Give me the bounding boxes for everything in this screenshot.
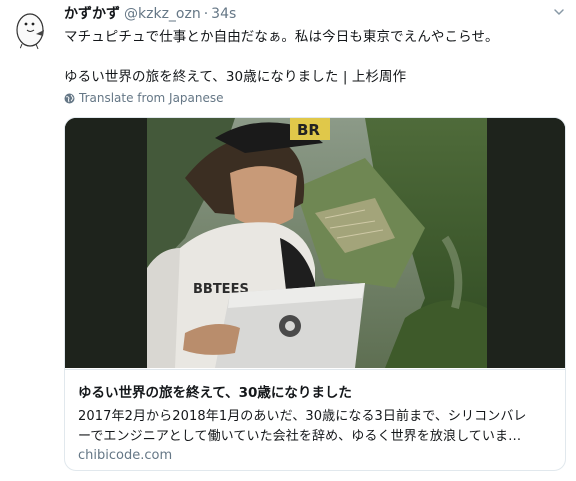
link-card[interactable]: BR BBTEES ゆるい世界の旅を終えて、30歳になりました 2017年2月か… <box>64 117 566 471</box>
tweet-text-line-1: マチュピチュで仕事とか自由だなぁ。私は今日も東京でえんやこらせ。 <box>64 29 499 45</box>
author-handle[interactable]: @kzkz_ozn <box>124 6 201 22</box>
separator-dot: · <box>203 6 209 22</box>
tweet-header: かずかず @kzkz_ozn · 34s <box>64 3 236 23</box>
card-body[interactable]: ゆるい世界の旅を終えて、30歳になりました 2017年2月から2018年1月のあ… <box>65 369 565 470</box>
tweet-text-line-2: ゆるい世界の旅を終えて、30歳になりました | 上杉周作 <box>64 69 407 85</box>
card-description-line-1: 2017年2月から2018年1月のあいだ、30歳になる3日前まで、シリコンバレ <box>78 409 527 424</box>
author-name[interactable]: かずかず <box>64 3 120 23</box>
card-image[interactable]: BR BBTEES <box>65 118 565 368</box>
translate-link[interactable]: Translate from Japanese <box>64 91 224 105</box>
card-domain: chibicode.com <box>78 448 173 463</box>
translate-label: Translate from Japanese <box>79 91 224 105</box>
avatar[interactable] <box>10 6 56 52</box>
svg-text:BR: BR <box>297 121 320 139</box>
card-title: ゆるい世界の旅を終えて、30歳になりました <box>78 385 352 401</box>
chevron-down-icon[interactable] <box>552 4 566 18</box>
tweet[interactable]: かずかず @kzkz_ozn · 34s マチュピチュで仕事とか自由だなぁ。私は… <box>0 0 576 481</box>
globe-icon <box>64 93 75 104</box>
tweet-timestamp[interactable]: 34s <box>211 6 236 22</box>
avatar-doodle-icon <box>16 13 44 50</box>
card-photo: BR BBTEES <box>65 118 565 368</box>
card-description-line-2: ーでエンジニアとして働いていた会社を辞め、ゆるく世界を放浪していま… <box>78 429 522 444</box>
